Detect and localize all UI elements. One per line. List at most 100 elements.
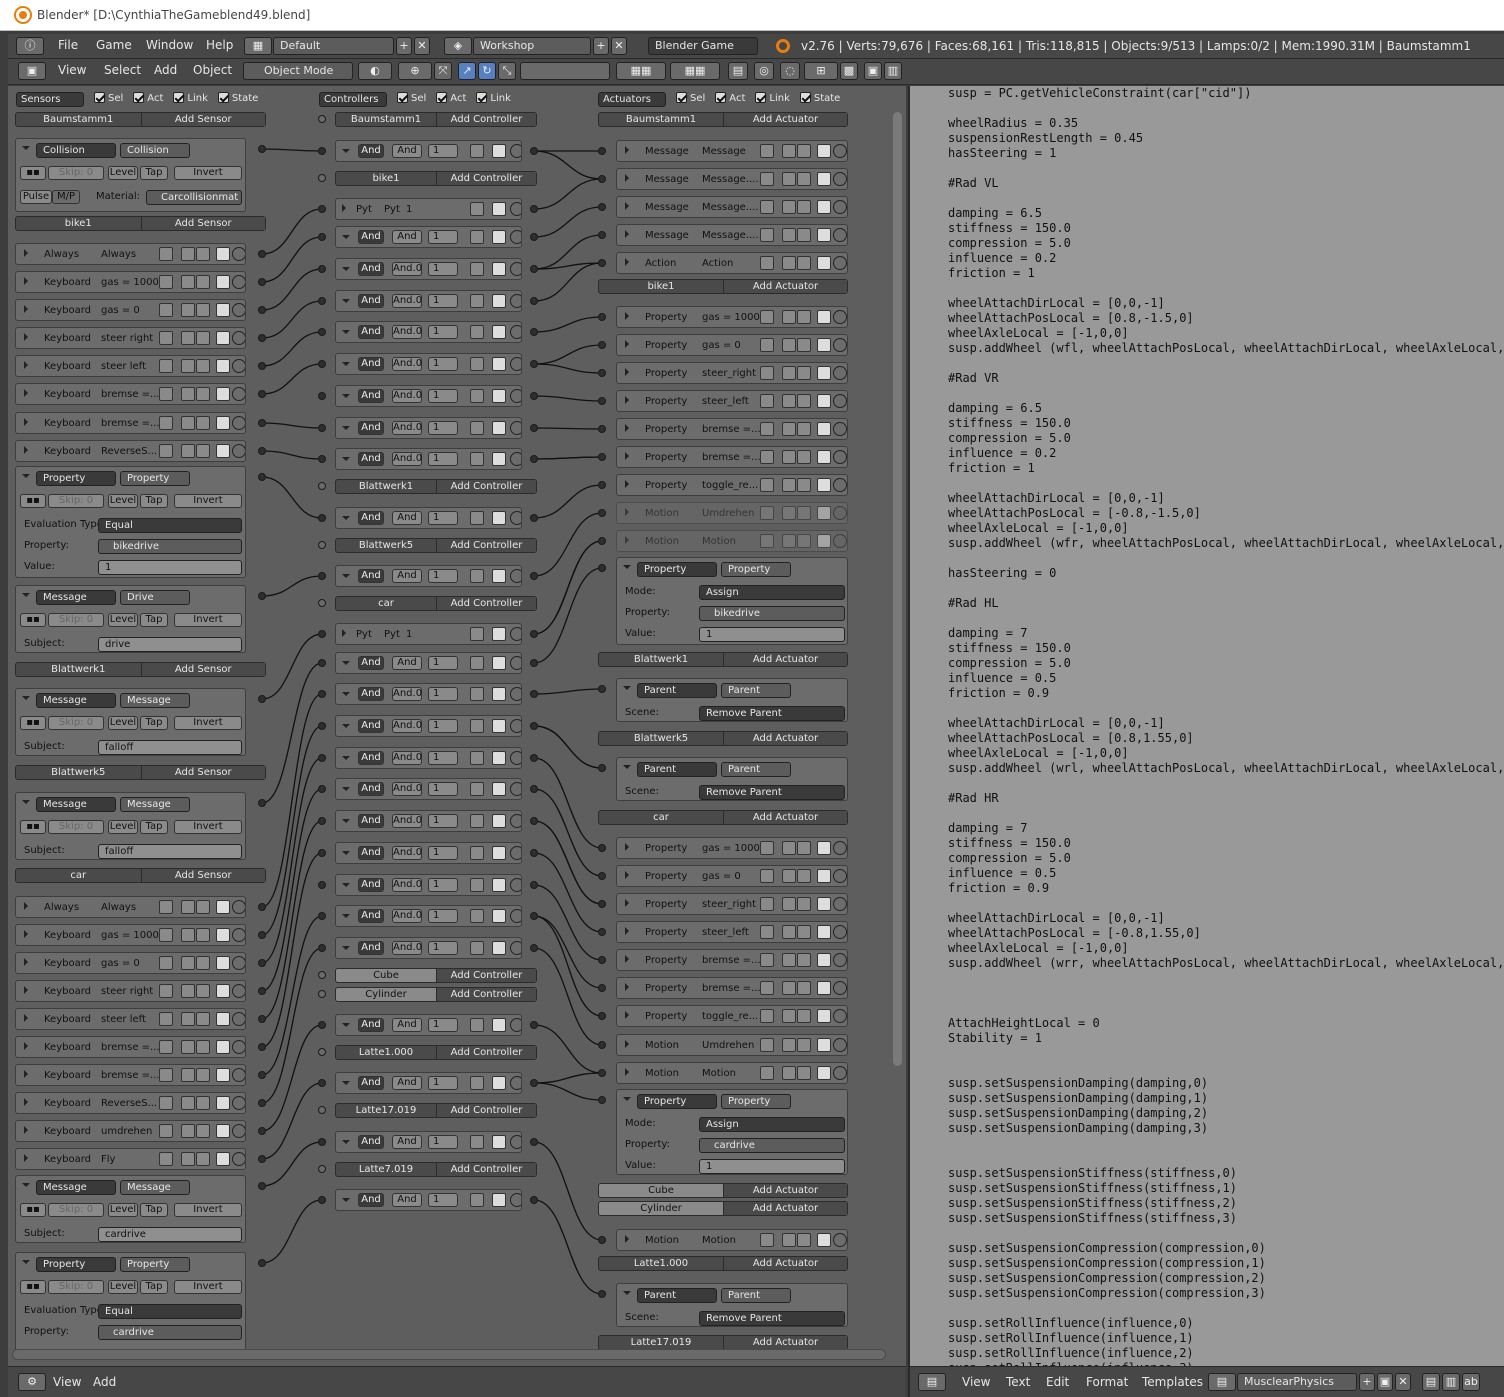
move-down-icon[interactable] — [196, 1096, 210, 1110]
controller-state-field[interactable]: 1 — [428, 144, 458, 158]
render-opengl-icon[interactable]: ▣ — [864, 62, 882, 80]
actuator-input-socket[interactable] — [598, 341, 606, 349]
actuator-brick[interactable]: Property steer_left — [616, 390, 848, 412]
text-menu-view[interactable]: View — [962, 1375, 990, 1389]
sensor-output-socket[interactable] — [258, 799, 266, 807]
sensor-brick[interactable]: Keyboard bremse =... — [15, 412, 246, 434]
actuator-type-dropdown[interactable]: Parent — [637, 762, 717, 777]
controller-state-field[interactable]: 1 — [428, 389, 458, 403]
move-down-icon[interactable] — [470, 262, 484, 276]
footer-menu-view[interactable]: View — [53, 1375, 81, 1389]
controller-input-socket[interactable] — [318, 754, 326, 762]
move-up-icon[interactable] — [782, 869, 796, 883]
move-down-icon[interactable] — [196, 359, 210, 373]
active-checkbox[interactable] — [817, 200, 831, 214]
controller-state-field[interactable]: 1 — [428, 511, 458, 525]
controller-type-dropdown[interactable]: And — [358, 1076, 384, 1090]
pin-icon[interactable] — [760, 869, 774, 883]
controller-output-socket[interactable] — [530, 392, 538, 400]
remove-brick-icon[interactable] — [833, 981, 847, 995]
sensor-output-socket[interactable] — [258, 959, 266, 967]
controller-brick[interactable]: And And 1 — [335, 565, 522, 587]
actuator-input-socket[interactable] — [598, 1069, 606, 1077]
controller-brick[interactable]: And And.0 1 — [335, 874, 522, 896]
controller-output-socket[interactable] — [530, 1138, 538, 1146]
menu-add[interactable]: Add — [154, 63, 177, 77]
controller-output-socket[interactable] — [530, 785, 538, 793]
screen-layout-field[interactable]: Default — [273, 37, 394, 55]
controller-output-socket[interactable] — [530, 722, 538, 730]
move-down-icon[interactable] — [470, 751, 484, 765]
expand-arrow-icon[interactable] — [625, 312, 629, 320]
controller-output-socket[interactable] — [530, 514, 538, 522]
field-value[interactable]: cardrive — [98, 1325, 242, 1340]
pin-icon[interactable] — [760, 981, 774, 995]
pin-icon[interactable] — [159, 416, 173, 430]
collapse-arrow-icon[interactable] — [22, 800, 30, 804]
skip-field[interactable]: Skip: 0 — [48, 820, 104, 834]
word-wrap-icon[interactable]: ▥ — [1442, 1373, 1460, 1391]
remove-brick-icon[interactable] — [833, 422, 847, 436]
expand-arrow-icon[interactable] — [24, 249, 28, 257]
remove-brick-icon[interactable] — [510, 1135, 521, 1149]
move-down-icon[interactable] — [470, 1193, 484, 1207]
controller-type-dropdown[interactable]: And — [358, 846, 384, 860]
controller-state-field[interactable]: 1 — [428, 230, 458, 244]
controller-input-socket[interactable] — [318, 147, 326, 155]
remove-brick-icon[interactable] — [833, 925, 847, 939]
material-field[interactable]: Carcollisionmat — [146, 190, 242, 205]
remove-brick-icon[interactable] — [833, 366, 847, 380]
remove-brick-icon[interactable] — [833, 200, 847, 214]
active-checkbox[interactable] — [216, 416, 230, 430]
pulse-mode-icon[interactable]: ▪▪ — [20, 494, 46, 508]
tap-toggle[interactable]: Tap — [140, 494, 168, 508]
sensor-brick-expanded[interactable]: Collision Collision ▪▪ Skip: 0 Level Tap Inver… — [15, 138, 246, 212]
actuator-brick[interactable]: Property toggle_re... — [616, 1005, 848, 1027]
sensor-output-socket[interactable] — [258, 390, 266, 398]
expand-arrow-icon[interactable] — [625, 230, 629, 238]
actuator-input-socket[interactable] — [598, 537, 606, 545]
active-checkbox[interactable] — [216, 1012, 230, 1026]
syntax-highlight-icon[interactable]: ab — [1462, 1373, 1480, 1391]
move-down-icon[interactable] — [797, 172, 811, 186]
actuator-input-socket[interactable] — [598, 369, 606, 377]
pin-icon[interactable] — [760, 1233, 774, 1247]
add-brick-button[interactable]: Add Actuator — [723, 653, 847, 666]
move-down-icon[interactable] — [196, 956, 210, 970]
collapse-arrow-icon[interactable] — [342, 914, 350, 918]
sensor-type-dropdown[interactable]: Message — [36, 693, 116, 708]
controller-name-field[interactable]: And.0 — [392, 421, 422, 435]
remove-brick-icon[interactable] — [833, 534, 847, 548]
active-checkbox[interactable] — [492, 357, 506, 371]
controller-brick[interactable]: And And 1 — [335, 1189, 522, 1211]
field-value[interactable]: cardrive — [699, 1138, 845, 1153]
actuator-brick[interactable]: Property bremse =... — [616, 446, 848, 468]
active-checkbox[interactable] — [817, 338, 831, 352]
pin-icon[interactable] — [159, 1068, 173, 1082]
remove-brick-icon[interactable] — [232, 1012, 245, 1026]
remove-brick-icon[interactable] — [232, 956, 245, 970]
remove-brick-icon[interactable] — [510, 719, 521, 733]
expand-arrow-icon[interactable] — [625, 1040, 629, 1048]
expand-arrow-icon[interactable] — [625, 174, 629, 182]
controller-output-socket[interactable] — [530, 690, 538, 698]
move-down-icon[interactable] — [470, 1076, 484, 1090]
pulse-mode-icon[interactable]: ▪▪ — [20, 166, 46, 180]
snap-icon[interactable]: ⊞ — [804, 62, 838, 80]
sensor-type-dropdown[interactable]: Property — [36, 1257, 116, 1272]
move-down-icon[interactable] — [797, 366, 811, 380]
move-down-icon[interactable] — [470, 230, 484, 244]
unlink-text-icon[interactable]: ✕ — [1395, 1373, 1411, 1391]
snap-element-icon[interactable]: ▩ — [840, 62, 858, 80]
pin-icon[interactable] — [760, 1009, 774, 1023]
active-checkbox[interactable] — [216, 1096, 230, 1110]
remove-brick-icon[interactable] — [833, 953, 847, 967]
expand-arrow-icon[interactable] — [625, 1068, 629, 1076]
editor-type-icon[interactable]: ▣ — [18, 62, 46, 80]
actuator-input-socket[interactable] — [598, 147, 606, 155]
move-down-icon[interactable] — [196, 275, 210, 289]
controller-brick[interactable]: And And 1 — [335, 140, 522, 162]
pin-icon[interactable] — [760, 338, 774, 352]
move-up-icon[interactable] — [782, 841, 796, 855]
skip-field[interactable]: Skip: 0 — [48, 1280, 104, 1294]
